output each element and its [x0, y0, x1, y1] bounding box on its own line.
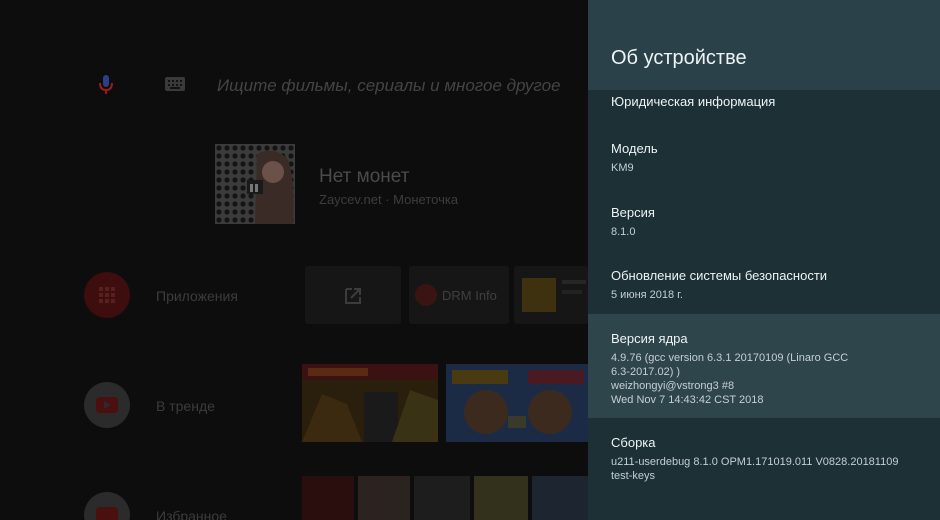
settings-item-security-update[interactable]: Обновление системы безопасности 5 июня 2…	[588, 254, 940, 312]
settings-item-model[interactable]: Модель KM9	[588, 128, 940, 186]
app-tile-file-manager[interactable]	[514, 266, 588, 324]
video-thumbnail[interactable]	[474, 476, 528, 520]
youtube-icon[interactable]	[84, 492, 130, 520]
settings-panel-header: Об устройстве	[588, 0, 940, 90]
page-title: Об устройстве	[611, 47, 747, 69]
now-playing-subtitle: Zaycev.net · Монеточка	[319, 192, 459, 207]
video-thumbnail[interactable]	[358, 476, 410, 520]
apps-grid-icon[interactable]	[84, 272, 130, 318]
drm-info-icon	[415, 284, 437, 306]
settings-item-value: 4.9.76 (gcc version 6.3.1 20170109 (Lina…	[611, 352, 849, 406]
file-manager-icon	[522, 278, 556, 312]
video-thumbnail[interactable]	[414, 476, 470, 520]
settings-item-label: Сборка	[611, 435, 656, 450]
row-label-trending: В тренде	[156, 398, 215, 414]
settings-item-label: Обновление системы безопасности	[611, 268, 828, 283]
settings-item-label: Версия	[611, 205, 655, 220]
settings-item-label: Модель	[611, 141, 658, 156]
open-external-icon	[345, 288, 361, 304]
drm-info-label: DRM Info	[442, 288, 497, 303]
settings-item-value: 5 июня 2018 г.	[611, 289, 683, 301]
video-thumbnail[interactable]	[446, 364, 588, 442]
settings-item-kernel-version[interactable]: Версия ядра 4.9.76 (gcc version 6.3.1 20…	[588, 314, 940, 418]
settings-item-value: u211-userdebug 8.1.0 OPM1.171019.011 V08…	[611, 456, 899, 482]
row-label-apps: Приложения	[156, 288, 238, 304]
row-label-favorites: Избранное	[156, 508, 227, 520]
search-input[interactable]: Ищите фильмы, сериалы и многое другое	[217, 76, 561, 96]
home-screen-background: Ищите фильмы, сериалы и многое другое Не…	[0, 0, 588, 520]
settings-item-value: KM9	[611, 162, 634, 174]
video-thumbnail[interactable]	[532, 476, 588, 520]
video-thumbnail[interactable]	[302, 476, 354, 520]
settings-item-version[interactable]: Версия 8.1.0	[588, 191, 940, 249]
settings-item-build[interactable]: Сборка u211-userdebug 8.1.0 OPM1.171019.…	[588, 420, 940, 490]
now-playing-title[interactable]: Нет монет	[319, 166, 409, 188]
settings-item-legal[interactable]: Юридическая информация	[588, 90, 940, 120]
keyboard-icon[interactable]	[164, 76, 186, 92]
settings-item-value: 8.1.0	[611, 226, 636, 238]
video-thumbnail[interactable]	[302, 364, 438, 442]
settings-panel: Об устройстве Юридическая информация Мод…	[588, 0, 940, 520]
settings-item-label: Юридическая информация	[611, 94, 776, 109]
settings-item-label: Версия ядра	[611, 331, 688, 346]
app-tile-drm-info[interactable]: DRM Info	[409, 266, 509, 324]
album-art[interactable]	[215, 144, 295, 224]
app-tile-open-link[interactable]	[305, 266, 401, 324]
youtube-icon[interactable]	[84, 382, 130, 428]
microphone-icon[interactable]	[97, 73, 115, 97]
